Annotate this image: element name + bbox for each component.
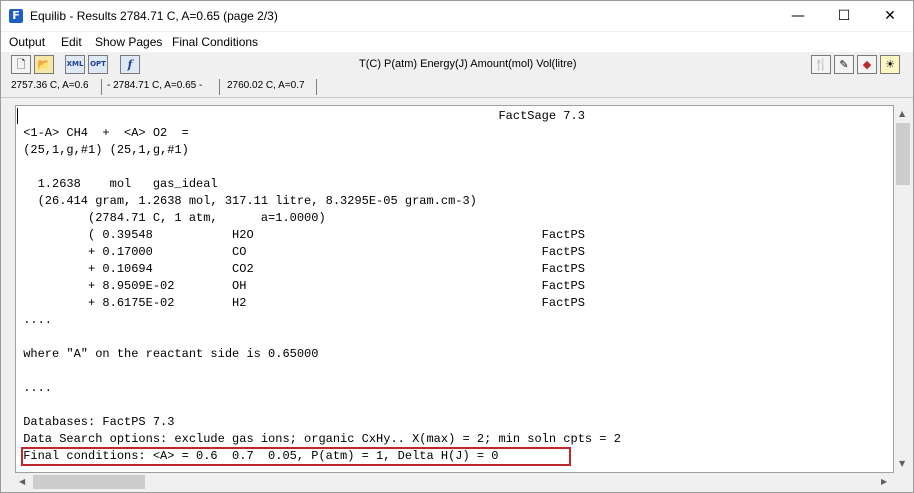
results-line: + 8.6175E-02 H2 FactPS xyxy=(16,296,585,310)
maximize-button[interactable]: ☐ xyxy=(821,1,867,31)
scroll-up-arrow-icon[interactable]: ▲ xyxy=(899,109,905,118)
opt-icon[interactable]: OPT xyxy=(88,55,108,74)
scroll-down-arrow-icon[interactable]: ▼ xyxy=(899,459,905,468)
edit-list-icon[interactable]: ✎ xyxy=(834,55,854,74)
results-line: Databases: FactPS 7.3 xyxy=(16,415,175,429)
results-line: + 8.9509E-02 OH FactPS xyxy=(16,279,585,293)
results-line: (26.414 gram, 1.2638 mol, 317.11 litre, … xyxy=(16,194,477,208)
new-file-icon[interactable]: 🗋 xyxy=(11,55,31,74)
results-line: FactSage 7.3 xyxy=(16,109,585,123)
factsage-app-icon: F xyxy=(9,9,23,23)
page-tabs: 2757.36 C, A=0.6 - 2784.71 C, A=0.65 - 2… xyxy=(1,77,913,98)
tab-page-2[interactable]: - 2784.71 C, A=0.65 - xyxy=(107,80,202,91)
tab-separator xyxy=(219,79,220,95)
minimize-button[interactable]: — xyxy=(775,1,821,31)
open-folder-icon[interactable]: 📂 xyxy=(34,55,54,74)
scroll-left-arrow-icon[interactable]: ◀ xyxy=(19,477,25,486)
horizontal-scrollbar[interactable]: ◀ ▶ xyxy=(15,473,894,491)
results-line: + 0.17000 CO FactPS xyxy=(16,245,585,259)
tab-separator xyxy=(316,79,317,95)
menu-final-conditions[interactable]: Final Conditions xyxy=(172,35,258,49)
tab-separator xyxy=(101,79,102,95)
horizontal-scroll-thumb[interactable] xyxy=(33,475,145,489)
close-button[interactable]: ✕ xyxy=(867,1,913,31)
vertical-scrollbar[interactable]: ▲ ▼ xyxy=(894,105,912,473)
xml-icon[interactable]: XML xyxy=(65,55,85,74)
results-line: 1.2638 mol gas_ideal xyxy=(16,177,218,191)
scroll-right-arrow-icon[interactable]: ▶ xyxy=(881,477,887,486)
results-line: .... xyxy=(16,313,53,327)
results-line: Data Search options: exclude gas ions; o… xyxy=(16,432,621,446)
utensils-icon[interactable]: 🍴 xyxy=(811,55,831,74)
toolbar: 🗋 📂 XML OPT f T(C) P(atm) Energy(J) Amou… xyxy=(1,52,913,77)
vertical-scroll-thumb[interactable] xyxy=(896,123,910,185)
results-line: <1-A> CH4 + <A> O2 = xyxy=(16,126,189,140)
menu-bar: Output Edit Show Pages Final Conditions xyxy=(1,32,913,52)
final-conditions-highlight xyxy=(21,447,571,466)
title-bar[interactable]: F Equilib - Results 2784.71 C, A=0.65 (p… xyxy=(1,1,913,31)
results-line: + 0.10694 CO2 FactPS xyxy=(16,262,585,276)
bulb-icon[interactable]: ☀ xyxy=(880,55,900,74)
results-line: where "A" on the reactant side is 0.6500… xyxy=(16,347,319,361)
menu-output[interactable]: Output xyxy=(9,35,45,49)
results-line: .... xyxy=(16,381,53,395)
menu-show-pages[interactable]: Show Pages xyxy=(95,35,162,49)
results-line: (2784.71 C, 1 atm, a=1.0000) xyxy=(16,211,326,225)
results-line: (25,1,g,#1) (25,1,g,#1) xyxy=(16,143,189,157)
tab-page-3[interactable]: 2760.02 C, A=0.7 xyxy=(227,80,305,91)
results-text-area[interactable]: FactSage 7.3 <1-A> CH4 + <A> O2 = (25,1,… xyxy=(15,105,894,473)
bookmark-icon[interactable]: ◆ xyxy=(857,55,877,74)
tab-page-1[interactable]: 2757.36 C, A=0.6 xyxy=(11,80,89,91)
function-icon[interactable]: f xyxy=(120,55,140,74)
results-line: ( 0.39548 H2O FactPS xyxy=(16,228,585,242)
units-label: T(C) P(atm) Energy(J) Amount(mol) Vol(li… xyxy=(359,58,577,70)
window-title: Equilib - Results 2784.71 C, A=0.65 (pag… xyxy=(30,9,278,23)
menu-edit[interactable]: Edit xyxy=(61,35,82,49)
equilib-results-window: F Equilib - Results 2784.71 C, A=0.65 (p… xyxy=(0,0,914,493)
